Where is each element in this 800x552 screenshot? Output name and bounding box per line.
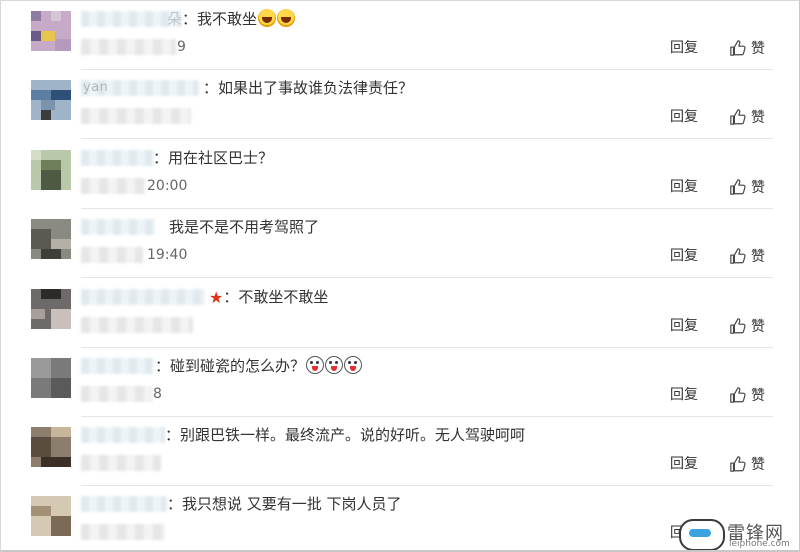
comment-text: 我是不是不用考驾照了 <box>169 218 320 236</box>
thumbs-up-icon <box>730 40 746 56</box>
avatar[interactable] <box>31 358 71 398</box>
face-emoji-icon <box>344 356 363 374</box>
like-button[interactable]: 赞 <box>729 37 765 59</box>
timestamp-blurred <box>81 39 176 55</box>
comment-text: ：如果出了事故谁负法律责任？ <box>203 79 414 97</box>
like-button[interactable]: 赞 <box>729 245 765 267</box>
leiphone-logo-icon <box>679 519 725 550</box>
like-label: 赞 <box>751 319 765 335</box>
reply-button[interactable]: 回复 <box>670 247 698 265</box>
thumbs-up-icon <box>730 109 746 125</box>
thumbs-up-icon <box>730 179 746 195</box>
comment-text-row: 朵：我不敢坐 <box>167 9 296 29</box>
timestamp-blurred <box>81 108 191 124</box>
avatar[interactable] <box>31 496 71 536</box>
watermark: 雷锋网 leiphone.com <box>679 519 799 550</box>
timestamp: 19:40 <box>147 247 188 263</box>
like-button[interactable]: 赞 <box>729 315 765 337</box>
divider <box>81 138 773 139</box>
comment-text: ：我只想说 又要有一批 下岗人员了 <box>167 495 402 513</box>
thumbs-up-icon <box>730 248 746 264</box>
timestamp: 20:00 <box>147 178 188 194</box>
like-label: 赞 <box>751 249 765 265</box>
watermark-url: leiphone.com <box>729 539 790 549</box>
comment-text: ：用在社区巴士？ <box>153 149 274 167</box>
reply-button[interactable]: 回复 <box>670 386 698 404</box>
timestamp-blurred <box>81 247 143 263</box>
comment-item: 我是不是不用考驾照了 19:40 回复 赞 <box>1 209 799 278</box>
laugh-emoji-icon <box>277 9 296 27</box>
comment-text: ：别跟巴铁一样。最终流产。说的好听。无人驾驶呵呵 <box>165 426 526 444</box>
avatar[interactable] <box>31 150 71 190</box>
reply-button[interactable]: 回复 <box>670 39 698 57</box>
timestamp: 8 <box>153 386 162 402</box>
reply-button[interactable]: 回复 <box>670 455 698 473</box>
comment-text-row: ：碰到碰瓷的怎么办？ <box>155 356 363 376</box>
laugh-emoji-icon <box>258 9 277 27</box>
username-blurred[interactable] <box>81 150 153 166</box>
comment-list: 朵：我不敢坐 9 回复 赞 yan ：如果出了事故谁负法律责任？ 回复 赞 ：用… <box>0 0 800 552</box>
username-blurred[interactable] <box>81 358 153 374</box>
username-tail: 朵 <box>167 10 183 28</box>
thumbs-up-icon <box>730 387 746 403</box>
avatar[interactable] <box>31 219 71 259</box>
thumbs-up-icon <box>730 318 746 334</box>
comment-text: ：碰到碰瓷的怎么办？ <box>155 357 306 375</box>
reply-button[interactable]: 回复 <box>670 317 698 335</box>
timestamp-blurred <box>81 178 145 194</box>
comment-item: yan ：如果出了事故谁负法律责任？ 回复 赞 <box>1 70 799 139</box>
like-button[interactable]: 赞 <box>729 176 765 198</box>
avatar[interactable] <box>31 80 71 120</box>
username-blurred[interactable] <box>81 496 167 512</box>
like-label: 赞 <box>751 180 765 196</box>
timestamp: 9 <box>177 39 186 55</box>
face-emoji-icon <box>325 356 344 374</box>
comment-item: ：碰到碰瓷的怎么办？ 8 回复 赞 <box>1 348 799 417</box>
comment-text-row: ★：不敢坐不敢坐 <box>209 287 328 308</box>
timestamp-blurred <box>81 317 193 333</box>
thumbs-up-icon <box>730 456 746 472</box>
comment-text: ：不敢坐不敢坐 <box>223 288 329 306</box>
like-label: 赞 <box>751 457 765 473</box>
comment-text: ：我不敢坐 <box>182 10 258 28</box>
like-button[interactable]: 赞 <box>729 106 765 128</box>
divider <box>81 277 773 278</box>
timestamp-blurred <box>81 455 161 471</box>
like-button[interactable]: 赞 <box>729 453 765 475</box>
face-emoji-icon <box>306 356 325 374</box>
comment-item: ★：不敢坐不敢坐 回复 赞 <box>1 279 799 348</box>
username-blurred[interactable] <box>81 11 181 27</box>
star-badge-icon: ★ <box>209 288 224 307</box>
timestamp-blurred <box>81 386 153 402</box>
timestamp-blurred <box>81 524 165 540</box>
reply-button[interactable]: 回复 <box>670 178 698 196</box>
avatar[interactable] <box>31 289 71 329</box>
like-button[interactable]: 赞 <box>729 384 765 406</box>
comment-item: ：用在社区巴士？ 20:00 回复 赞 <box>1 140 799 209</box>
like-label: 赞 <box>751 388 765 404</box>
username-blurred[interactable] <box>81 289 205 305</box>
comment-item: 朵：我不敢坐 9 回复 赞 <box>1 1 799 70</box>
comment-item: ：别跟巴铁一样。最终流产。说的好听。无人驾驶呵呵 回复 赞 <box>1 417 799 486</box>
reply-button[interactable]: 回复 <box>670 108 698 126</box>
like-label: 赞 <box>751 41 765 57</box>
like-label: 赞 <box>751 110 765 126</box>
username-blurred[interactable] <box>81 219 155 235</box>
avatar[interactable] <box>31 11 71 51</box>
username-blurred[interactable] <box>81 427 165 443</box>
username-prefix: yan <box>83 80 109 95</box>
avatar[interactable] <box>31 427 71 467</box>
